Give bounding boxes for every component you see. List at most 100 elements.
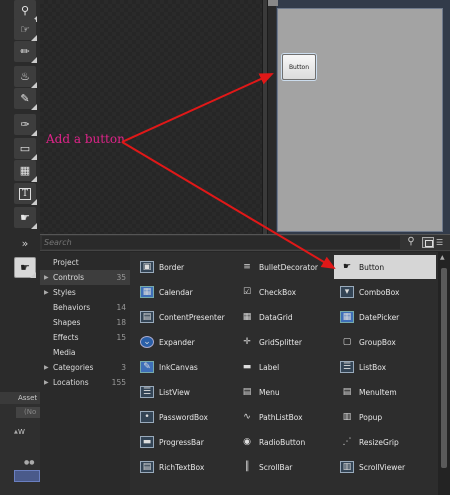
category-item[interactable]: ▶ Locations 155	[40, 375, 130, 390]
pencil-tool[interactable]: ✎	[14, 88, 37, 110]
expand-arrow-icon[interactable]: ▶	[44, 285, 49, 300]
direct-select-icon: ☞	[20, 23, 30, 36]
resizegrip-icon: ⋰	[342, 437, 352, 447]
rectangle-tool[interactable]: ▭	[14, 138, 37, 160]
artboard-background	[40, 0, 262, 234]
search-icon[interactable]: ⚲	[404, 236, 418, 250]
scroll-up-icon[interactable]: ▲	[440, 254, 445, 261]
canvas-button[interactable]: Button	[282, 54, 316, 80]
control-item-passwordbox[interactable]: • PasswordBox	[134, 405, 236, 429]
grid-view-icon[interactable]	[422, 237, 434, 248]
category-label: Effects	[53, 333, 79, 342]
control-item-bulletdecorator[interactable]: ≡ BulletDecorator	[234, 255, 336, 279]
control-item-listview[interactable]: ☰ ListView	[134, 380, 236, 404]
category-count: 18	[116, 318, 126, 327]
name-field[interactable]: (No	[16, 407, 40, 418]
control-item-groupbox[interactable]: ▢ GroupBox	[334, 330, 436, 354]
eyedropper-tool[interactable]: ✏	[14, 41, 37, 63]
control-label: Calendar	[159, 287, 193, 297]
ink-canvas-icon: ✎	[140, 361, 154, 373]
control-item-label[interactable]: ▬ Label	[234, 355, 336, 379]
text-tool[interactable]: T	[14, 183, 37, 205]
control-label: PasswordBox	[159, 412, 208, 422]
category-item[interactable]: Shapes 18	[40, 315, 130, 330]
assets-tab[interactable]: Asset	[0, 392, 40, 404]
annotation-text: Add a button	[46, 132, 125, 146]
control-item-scrollbar[interactable]: ║ ScrollBar	[234, 455, 336, 479]
category-item[interactable]: ▶ Controls 35	[40, 270, 130, 285]
selected-item-field[interactable]	[14, 470, 40, 482]
paint-bucket-tool[interactable]: ♨	[14, 66, 37, 88]
expand-arrow-icon[interactable]: ▶	[44, 360, 49, 375]
hand-select-tool[interactable]: ☛	[14, 207, 37, 229]
control-label: Menu	[259, 387, 280, 397]
direct-select-tool[interactable]: ☞	[14, 19, 37, 41]
control-label: Border	[159, 262, 185, 272]
category-count: 14	[116, 303, 126, 312]
control-item-contentpresenter[interactable]: ▤ ContentPresenter	[134, 305, 236, 329]
category-item[interactable]: Media	[40, 345, 130, 360]
control-item-richtextbox[interactable]: ▤ RichTextBox	[134, 455, 236, 479]
control-item-datagrid[interactable]: ▦ DataGrid	[234, 305, 336, 329]
control-label: ListBox	[359, 362, 387, 372]
category-count: 15	[116, 333, 126, 342]
popup-icon: ▥	[342, 412, 352, 422]
category-count: 35	[116, 273, 126, 282]
expander-icon: ⌄	[140, 336, 154, 348]
category-item[interactable]: Project	[40, 255, 130, 270]
expand-panel-button[interactable]: »	[14, 236, 36, 252]
grid-splitter-icon: ✛	[243, 337, 251, 347]
magnifier-icon: ⚲	[20, 4, 30, 17]
search-input[interactable]	[42, 236, 400, 249]
category-item[interactable]: Effects 15	[40, 330, 130, 345]
zoom-tool[interactable]: ⚲	[14, 0, 37, 22]
control-item-resizegrip[interactable]: ⋰ ResizeGrip	[334, 430, 436, 454]
asset-tool-button[interactable]: ☛	[14, 257, 36, 278]
control-item-button[interactable]: ☛ Button	[334, 255, 436, 279]
control-item-combobox[interactable]: ▾ ComboBox	[334, 280, 436, 304]
expand-arrow-icon[interactable]: ▶	[44, 270, 49, 285]
assets-panel: ⚲ ☰ Project ▶ Controls 35 ▶ Styles Behaviors 14…	[40, 234, 450, 495]
expand-arrow-icon[interactable]: ▶	[44, 375, 49, 390]
control-item-datepicker[interactable]: ▦ DatePicker	[334, 305, 436, 329]
controls-scrollbar-thumb[interactable]	[441, 268, 447, 468]
category-count: 3	[121, 363, 126, 372]
control-item-menuitem[interactable]: ▤ MenuItem	[334, 380, 436, 404]
control-item-expander[interactable]: ⌄ Expander	[134, 330, 236, 354]
control-item-pathlistbox[interactable]: ∿ PathListBox	[234, 405, 336, 429]
control-item-gridsplitter[interactable]: ✛ GridSplitter	[234, 330, 336, 354]
control-item-calendar[interactable]: ▦ Calendar	[134, 280, 236, 304]
control-item-popup[interactable]: ▥ Popup	[334, 405, 436, 429]
paint-bucket-icon: ♨	[20, 70, 30, 83]
category-item[interactable]: Behaviors 14	[40, 300, 130, 315]
control-item-checkbox[interactable]: ☑ CheckBox	[234, 280, 336, 304]
control-item-scrollviewer[interactable]: ▥ ScrollViewer	[334, 455, 436, 479]
tree-item[interactable]: W	[18, 428, 25, 436]
control-label: ResizeGrip	[359, 437, 399, 447]
design-surface[interactable]: Button	[277, 8, 443, 232]
category-item[interactable]: ▶ Styles	[40, 285, 130, 300]
control-item-listbox[interactable]: ☰ ListBox	[334, 355, 436, 379]
rectangle-icon: ▭	[19, 142, 31, 155]
control-item-inkcanvas[interactable]: ✎ InkCanvas	[134, 355, 236, 379]
category-item[interactable]: ▶ Categories 3	[40, 360, 130, 375]
pathlistbox-icon: ∿	[243, 412, 251, 422]
control-item-menu[interactable]: ▤ Menu	[234, 380, 336, 404]
control-label: ListView	[159, 387, 190, 397]
menu-icon: ▤	[242, 387, 252, 397]
control-item-border[interactable]: ▣ Border	[134, 255, 236, 279]
control-label: MenuItem	[359, 387, 397, 397]
control-label: ScrollViewer	[359, 462, 406, 472]
pen-tool[interactable]: ✑	[14, 114, 37, 136]
controls-scrollbar[interactable]: ▲	[438, 252, 450, 495]
scrollbar-icon: ║	[244, 462, 250, 472]
link-icon[interactable]: ●●	[24, 459, 34, 466]
control-label: ProgressBar	[159, 437, 204, 447]
control-item-radiobutton[interactable]: ◉ RadioButton	[234, 430, 336, 454]
list-view-icon[interactable]: ☰	[436, 237, 447, 248]
artboard-scrollbar-thumb[interactable]	[263, 0, 267, 234]
control-label: ContentPresenter	[159, 312, 225, 322]
grid-tool[interactable]: ▦	[14, 160, 37, 182]
control-item-progressbar[interactable]: ▬ ProgressBar	[134, 430, 236, 454]
design-canvas-area: Button	[268, 0, 450, 234]
